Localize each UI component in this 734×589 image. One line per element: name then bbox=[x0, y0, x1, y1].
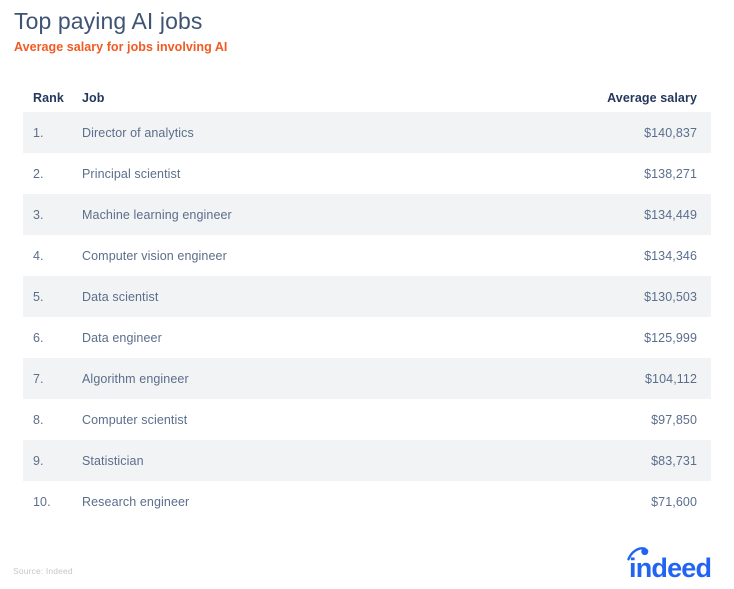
cell-rank: 8. bbox=[33, 413, 82, 427]
table-row: 10. Research engineer $71,600 bbox=[23, 481, 711, 522]
cell-rank: 1. bbox=[33, 126, 82, 140]
cell-job: Machine learning engineer bbox=[82, 208, 527, 222]
cell-job: Research engineer bbox=[82, 495, 527, 509]
cell-job: Data engineer bbox=[82, 331, 527, 345]
table-header-row: Rank Job Average salary bbox=[23, 84, 711, 112]
cell-rank: 9. bbox=[33, 454, 82, 468]
table-row: 6. Data engineer $125,999 bbox=[23, 317, 711, 358]
cell-job: Principal scientist bbox=[82, 167, 527, 181]
column-header-rank: Rank bbox=[33, 91, 82, 105]
cell-salary: $140,837 bbox=[527, 126, 697, 140]
cell-rank: 3. bbox=[33, 208, 82, 222]
cell-rank: 6. bbox=[33, 331, 82, 345]
cell-salary: $104,112 bbox=[527, 372, 697, 386]
cell-job: Statistician bbox=[82, 454, 527, 468]
column-header-job: Job bbox=[82, 91, 527, 105]
cell-job: Computer scientist bbox=[82, 413, 527, 427]
cell-salary: $71,600 bbox=[527, 495, 697, 509]
cell-rank: 10. bbox=[33, 495, 82, 509]
indeed-logo: indeed bbox=[625, 546, 721, 582]
table-row: 9. Statistician $83,731 bbox=[23, 440, 711, 481]
cell-rank: 4. bbox=[33, 249, 82, 263]
table-row: 2. Principal scientist $138,271 bbox=[23, 153, 711, 194]
cell-rank: 2. bbox=[33, 167, 82, 181]
salary-table: Rank Job Average salary 1. Director of a… bbox=[23, 84, 711, 522]
table-row: 8. Computer scientist $97,850 bbox=[23, 399, 711, 440]
table-row: 1. Director of analytics $140,837 bbox=[23, 112, 711, 153]
cell-salary: $97,850 bbox=[527, 413, 697, 427]
cell-salary: $134,449 bbox=[527, 208, 697, 222]
source-note: Source: Indeed bbox=[13, 566, 73, 576]
table-row: 4. Computer vision engineer $134,346 bbox=[23, 235, 711, 276]
infographic-page: Top paying AI jobs Average salary for jo… bbox=[0, 0, 734, 589]
cell-job: Algorithm engineer bbox=[82, 372, 527, 386]
cell-job: Director of analytics bbox=[82, 126, 527, 140]
cell-salary: $138,271 bbox=[527, 167, 697, 181]
cell-salary: $125,999 bbox=[527, 331, 697, 345]
table-row: 3. Machine learning engineer $134,449 bbox=[23, 194, 711, 235]
page-subtitle: Average salary for jobs involving AI bbox=[14, 38, 714, 56]
table-row: 5. Data scientist $130,503 bbox=[23, 276, 711, 317]
cell-rank: 7. bbox=[33, 372, 82, 386]
table-row: 7. Algorithm engineer $104,112 bbox=[23, 358, 711, 399]
page-title: Top paying AI jobs bbox=[14, 6, 714, 36]
column-header-average-salary: Average salary bbox=[527, 91, 697, 105]
indeed-wordmark: indeed bbox=[629, 553, 711, 582]
cell-salary: $134,346 bbox=[527, 249, 697, 263]
header: Top paying AI jobs Average salary for jo… bbox=[14, 6, 714, 56]
cell-salary: $83,731 bbox=[527, 454, 697, 468]
cell-salary: $130,503 bbox=[527, 290, 697, 304]
cell-rank: 5. bbox=[33, 290, 82, 304]
cell-job: Data scientist bbox=[82, 290, 527, 304]
cell-job: Computer vision engineer bbox=[82, 249, 527, 263]
